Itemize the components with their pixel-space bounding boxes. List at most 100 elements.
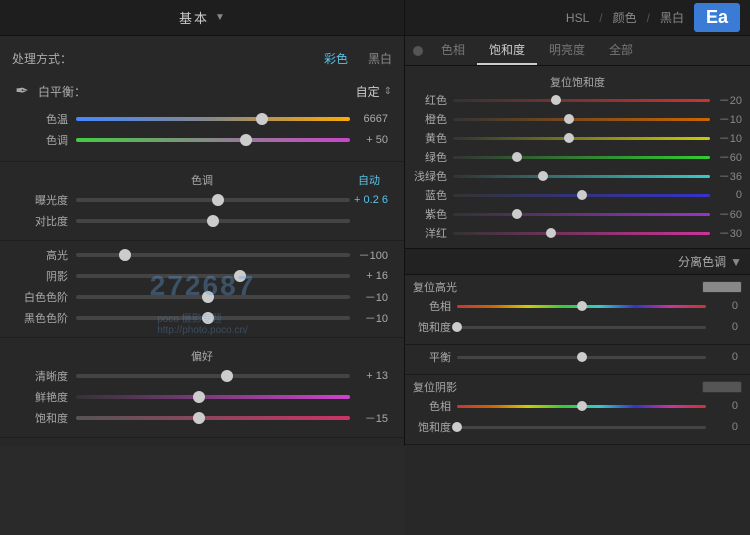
wb-select[interactable]: 自定 ⇕ xyxy=(356,83,392,100)
hsl-thumb-4[interactable] xyxy=(538,171,548,181)
shadow-sat-value: 0 xyxy=(706,421,738,433)
temp-track-wrap[interactable] xyxy=(76,111,350,127)
blacks-thumb[interactable] xyxy=(202,312,214,324)
exposure-value: + 0.2 6 xyxy=(350,194,388,206)
hsl-slider-row-7: 洋红 －30 xyxy=(413,225,742,241)
hsl-track-wrap-4[interactable] xyxy=(453,169,710,183)
whites-track-wrap[interactable] xyxy=(76,289,350,305)
preference-label: 偏好 xyxy=(191,348,213,364)
ea-badge: Ea xyxy=(694,3,740,32)
balance-track-wrap[interactable] xyxy=(457,350,706,364)
contrast-track xyxy=(76,219,350,223)
hsl-thumb-7[interactable] xyxy=(546,228,556,238)
hsl-track-2 xyxy=(453,137,710,140)
saturation-slider-row: 饱和度 －15 xyxy=(12,410,392,426)
hsl-track-wrap-2[interactable] xyxy=(453,131,710,145)
split-sat-thumb[interactable] xyxy=(452,322,462,332)
hsl-track-wrap-7[interactable] xyxy=(453,226,710,240)
hsl-value-0: －20 xyxy=(710,92,742,108)
hsl-track-5 xyxy=(453,194,710,197)
temp-thumb[interactable] xyxy=(256,113,268,125)
hsl-slider-row-5: 蓝色 0 xyxy=(413,187,742,203)
saturation-thumb[interactable] xyxy=(193,412,205,424)
shadow-hue-thumb[interactable] xyxy=(577,401,587,411)
saturation-track xyxy=(76,416,350,420)
shadows-track xyxy=(76,274,350,278)
left-panel-header: 基本 ▼ xyxy=(0,0,405,35)
tint-thumb[interactable] xyxy=(240,134,252,146)
tab-saturation[interactable]: 饱和度 xyxy=(477,36,537,65)
process-bw[interactable]: 黑白 xyxy=(368,50,392,67)
hsl-value-1: －10 xyxy=(710,111,742,127)
wb-value: 自定 xyxy=(356,83,380,100)
highlights-value: －100 xyxy=(350,247,388,263)
eyedropper-icon[interactable]: ✒ xyxy=(12,77,32,105)
hsl-thumb-5[interactable] xyxy=(577,190,587,200)
clarity-track-wrap[interactable] xyxy=(76,368,350,384)
shadow-sat-track-wrap[interactable] xyxy=(457,420,706,434)
tab-luminance[interactable]: 明亮度 xyxy=(537,36,597,65)
contrast-track-wrap[interactable] xyxy=(76,213,350,229)
process-row: 处理方式： 彩色 黑白 xyxy=(0,44,404,71)
shadow-hue-track-wrap[interactable] xyxy=(457,399,706,413)
saturation-track-wrap[interactable] xyxy=(76,410,350,426)
process-options: 彩色 黑白 xyxy=(324,50,392,67)
vibrance-track-wrap[interactable] xyxy=(76,389,350,405)
hsl-track-7 xyxy=(453,232,710,235)
color-label[interactable]: 颜色 xyxy=(613,9,637,26)
hsl-track-wrap-3[interactable] xyxy=(453,150,710,164)
hsl-thumb-1[interactable] xyxy=(564,114,574,124)
wb-row: ✒ 白平衡： 自定 ⇕ xyxy=(12,77,392,105)
hsl-track-wrap-5[interactable] xyxy=(453,188,710,202)
shadows-thumb[interactable] xyxy=(234,270,246,282)
hsl-slider-label-7: 洋红 xyxy=(413,225,453,241)
clarity-slider-row: 清晰度 + 13 xyxy=(12,368,392,384)
bw-label[interactable]: 黑白 xyxy=(660,9,684,26)
exposure-thumb[interactable] xyxy=(212,194,224,206)
vibrance-thumb[interactable] xyxy=(193,391,205,403)
hsl-thumb-2[interactable] xyxy=(564,133,574,143)
hsl-nav: HSL / 颜色 / 黑白 xyxy=(566,9,684,26)
blacks-track-wrap[interactable] xyxy=(76,310,350,326)
hsl-slider-row-1: 橙色 －10 xyxy=(413,111,742,127)
split-shadows-label: 复位阴影 xyxy=(413,379,457,395)
shadow-sat-slider-row: 饱和度 0 xyxy=(413,419,742,435)
tab-all[interactable]: 全部 xyxy=(597,36,645,65)
highlights-color-swatch[interactable] xyxy=(702,281,742,293)
balance-thumb[interactable] xyxy=(577,352,587,362)
split-hue-thumb[interactable] xyxy=(577,301,587,311)
split-toning-arrow-icon[interactable]: ▼ xyxy=(730,255,742,269)
exposure-track-wrap[interactable] xyxy=(76,192,350,208)
clarity-thumb[interactable] xyxy=(221,370,233,382)
hsl-label[interactable]: HSL xyxy=(566,11,589,25)
dropdown-arrow-icon[interactable]: ▼ xyxy=(215,12,225,23)
highlights-track-wrap[interactable] xyxy=(76,247,350,263)
hsl-track-wrap-0[interactable] xyxy=(453,93,710,107)
split-shadows-header: 复位阴影 xyxy=(413,379,742,395)
process-color[interactable]: 彩色 xyxy=(324,50,348,67)
tab-hue[interactable]: 色相 xyxy=(429,36,477,65)
shadows-track-wrap[interactable] xyxy=(76,268,350,284)
split-hue-label: 色相 xyxy=(417,298,457,314)
shadow-sat-thumb[interactable] xyxy=(452,422,462,432)
hsl-thumb-3[interactable] xyxy=(512,152,522,162)
split-sat-track-wrap[interactable] xyxy=(457,320,706,334)
blacks-slider-row: 黑色色阶 －10 xyxy=(12,310,392,326)
auto-btn[interactable]: 自动 xyxy=(358,175,380,187)
tint-track-wrap[interactable] xyxy=(76,132,350,148)
hsl-track-wrap-6[interactable] xyxy=(453,207,710,221)
split-sat-slider-row: 饱和度 0 xyxy=(413,319,742,335)
shadows-color-swatch[interactable] xyxy=(702,381,742,393)
whites-thumb[interactable] xyxy=(202,291,214,303)
preference-section: 偏好 清晰度 + 13 鲜艳度 xyxy=(0,338,404,438)
temp-slider-row: 色温 6667 xyxy=(12,111,392,127)
hsl-thumb-6[interactable] xyxy=(512,209,522,219)
highlights-thumb[interactable] xyxy=(119,249,131,261)
hsl-slider-label-0: 红色 xyxy=(413,92,453,108)
temp-value: 6667 xyxy=(350,113,388,125)
tint-value: + 50 xyxy=(350,134,388,146)
hsl-track-wrap-1[interactable] xyxy=(453,112,710,126)
hsl-thumb-0[interactable] xyxy=(551,95,561,105)
contrast-thumb[interactable] xyxy=(207,215,219,227)
split-hue-track-wrap[interactable] xyxy=(457,299,706,313)
